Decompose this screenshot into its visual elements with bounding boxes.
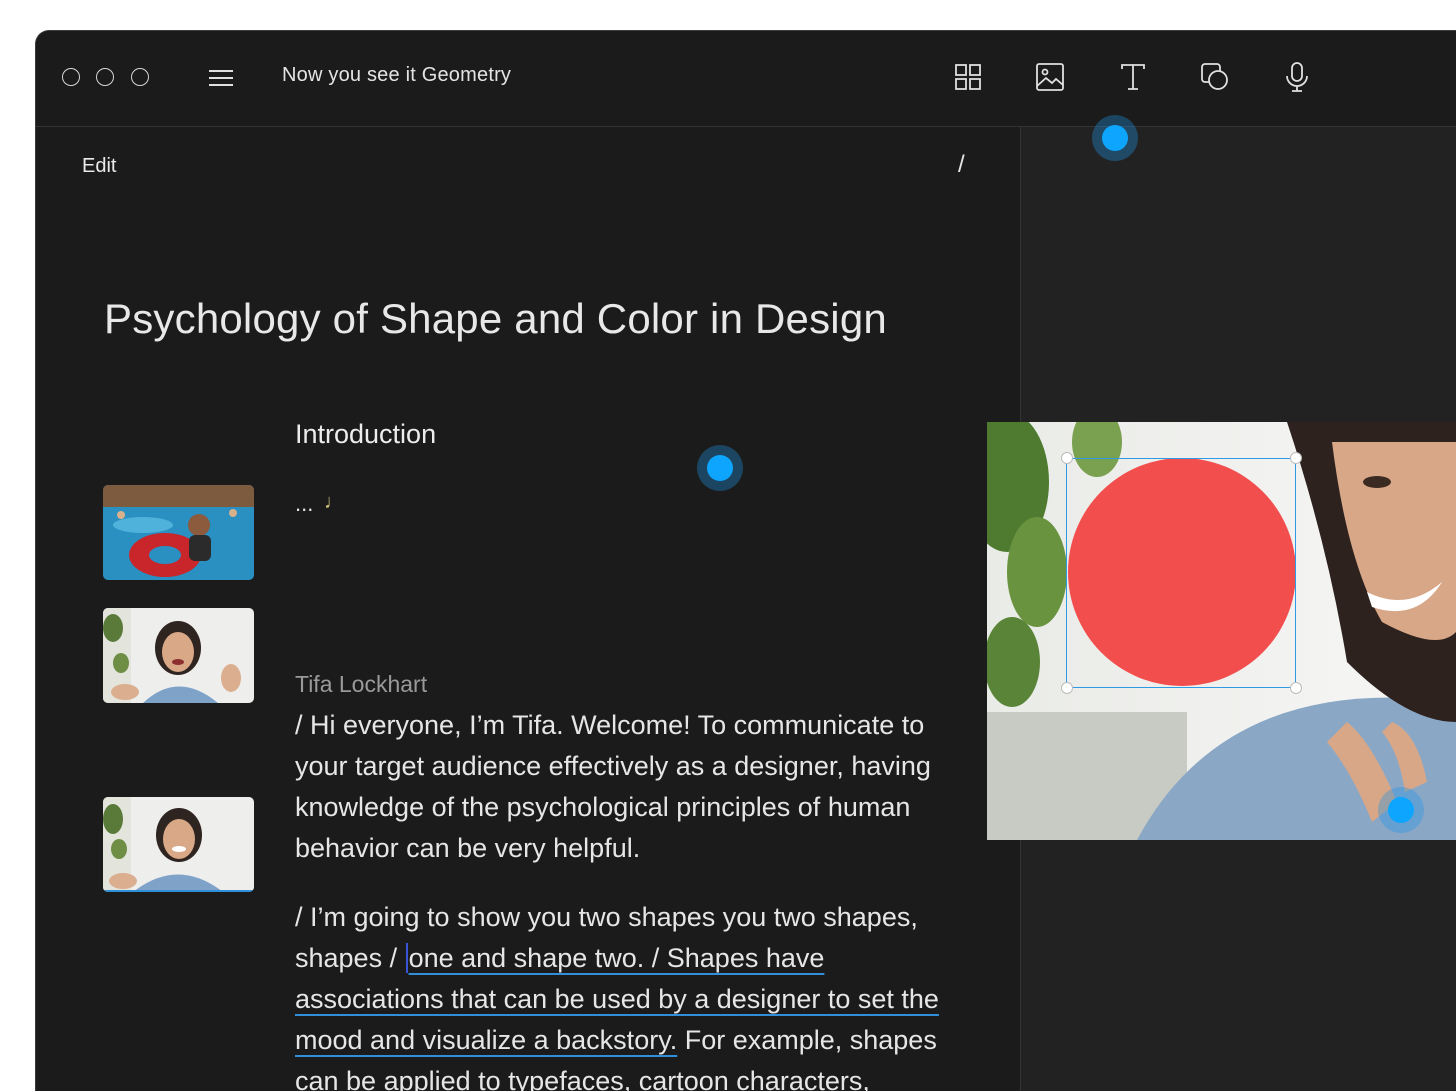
transcript-paragraph-1[interactable]: / Hi everyone, I’m Tifa. Welcome! To com… — [295, 705, 955, 869]
document-title[interactable]: Now you see it Geometry — [282, 64, 511, 87]
music-note-icon: ♩ — [324, 491, 344, 513]
grid-icon[interactable] — [951, 60, 985, 94]
pointer-indicator — [697, 445, 743, 491]
pointer-indicator — [1092, 115, 1138, 161]
selection-box[interactable] — [1066, 458, 1296, 688]
scene-thumbnail-smile[interactable] — [103, 797, 254, 892]
microphone-icon[interactable] — [1280, 60, 1314, 94]
ellipsis-text: ... — [295, 491, 314, 516]
scene-thumbnail-pool[interactable] — [103, 485, 254, 580]
hamburger-menu-icon[interactable] — [208, 67, 234, 89]
minimize-window-button[interactable] — [96, 68, 114, 86]
scene-thumbnail-greeting[interactable] — [103, 608, 254, 703]
script-editor: Edit / Psychology of Shape and Color in … — [36, 127, 1020, 1091]
speaker-label[interactable]: Tifa Lockhart — [295, 671, 427, 698]
text-icon[interactable] — [1116, 60, 1150, 94]
resize-handle-bottom-right[interactable] — [1290, 682, 1302, 694]
edit-label[interactable]: Edit — [82, 155, 116, 178]
image-icon[interactable] — [1033, 60, 1067, 94]
slash-command-button[interactable]: / — [958, 151, 965, 179]
resize-handle-top-left[interactable] — [1061, 452, 1073, 464]
pointer-indicator — [1378, 787, 1424, 833]
page-title[interactable]: Psychology of Shape and Color in Design — [104, 295, 887, 343]
section-heading[interactable]: Introduction — [295, 419, 436, 450]
resize-handle-top-right[interactable] — [1290, 452, 1302, 464]
resize-handle-bottom-left[interactable] — [1061, 682, 1073, 694]
shapes-icon[interactable] — [1198, 60, 1232, 94]
text-caret — [405, 943, 408, 973]
transcript-paragraph-2[interactable]: / I’m going to show you two shapes you t… — [295, 897, 955, 1091]
close-window-button[interactable] — [62, 68, 80, 86]
titlebar: Now you see it Geometry — [36, 31, 1456, 127]
maximize-window-button[interactable] — [131, 68, 149, 86]
